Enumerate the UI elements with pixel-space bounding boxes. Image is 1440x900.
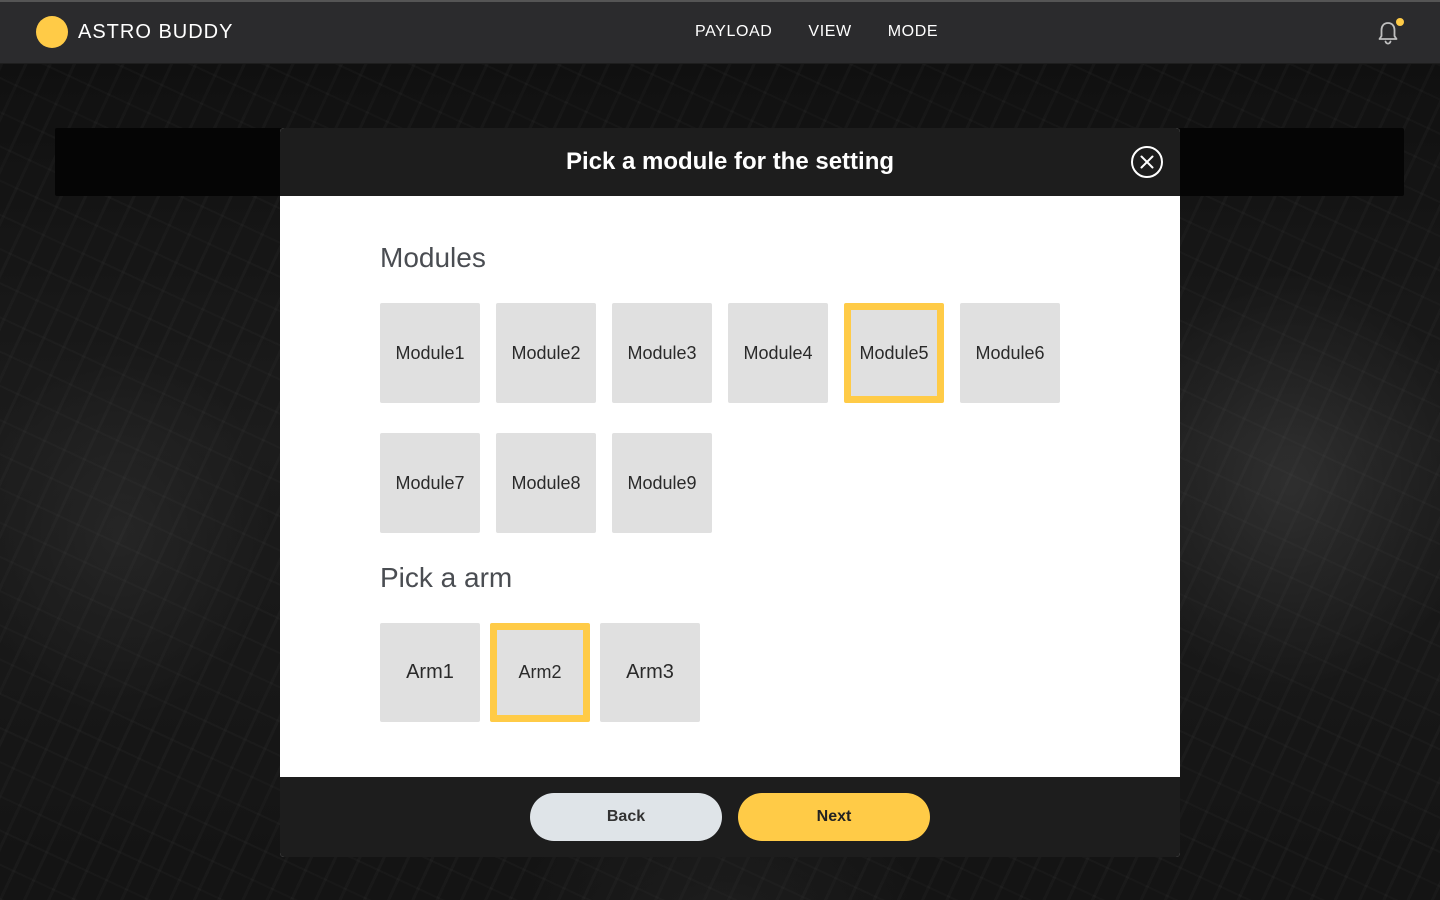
arms-heading: Pick a arm (380, 562, 513, 593)
nav-item-view[interactable]: VIEW (808, 23, 851, 41)
dialog-header: Pick a module for the setting (280, 128, 1180, 196)
app-title: ASTRO BUDDY (78, 21, 234, 43)
top-bar: ASTRO BUDDY PAYLOAD VIEW MODE (0, 0, 1440, 64)
module-tile-3[interactable]: Module3 (612, 303, 712, 403)
dialog-footer: Back Next (280, 777, 1180, 857)
back-button[interactable]: Back (530, 793, 722, 841)
arm-tile-3[interactable]: Arm3 (600, 623, 700, 722)
main-nav: PAYLOAD VIEW MODE (695, 23, 938, 41)
module-tile-6[interactable]: Module6 (960, 303, 1060, 403)
notification-badge (1396, 18, 1404, 26)
close-icon (1140, 155, 1154, 169)
nav-item-mode[interactable]: MODE (888, 23, 938, 41)
module-tile-1[interactable]: Module1 (380, 303, 480, 403)
module-tile-8[interactable]: Module8 (496, 433, 596, 533)
modules-heading: Modules (380, 242, 486, 273)
close-button[interactable] (1131, 146, 1163, 178)
module-tile-5-selected[interactable]: Module5 (844, 303, 944, 403)
nav-item-payload[interactable]: PAYLOAD (695, 23, 772, 41)
dialog-title: Pick a module for the setting (565, 148, 895, 175)
module-tile-2[interactable]: Module2 (496, 303, 596, 403)
arm-tile-2-selected[interactable]: Arm2 (490, 623, 590, 722)
arm-tile-1[interactable]: Arm1 (380, 623, 480, 722)
next-button[interactable]: Next (738, 793, 930, 841)
module-tile-9[interactable]: Module9 (612, 433, 712, 533)
module-picker-dialog: Pick a module for the setting Modules Mo… (280, 128, 1180, 857)
circle-logo-icon (36, 16, 68, 48)
module-tile-7[interactable]: Module7 (380, 433, 480, 533)
module-tile-4[interactable]: Module4 (728, 303, 828, 403)
